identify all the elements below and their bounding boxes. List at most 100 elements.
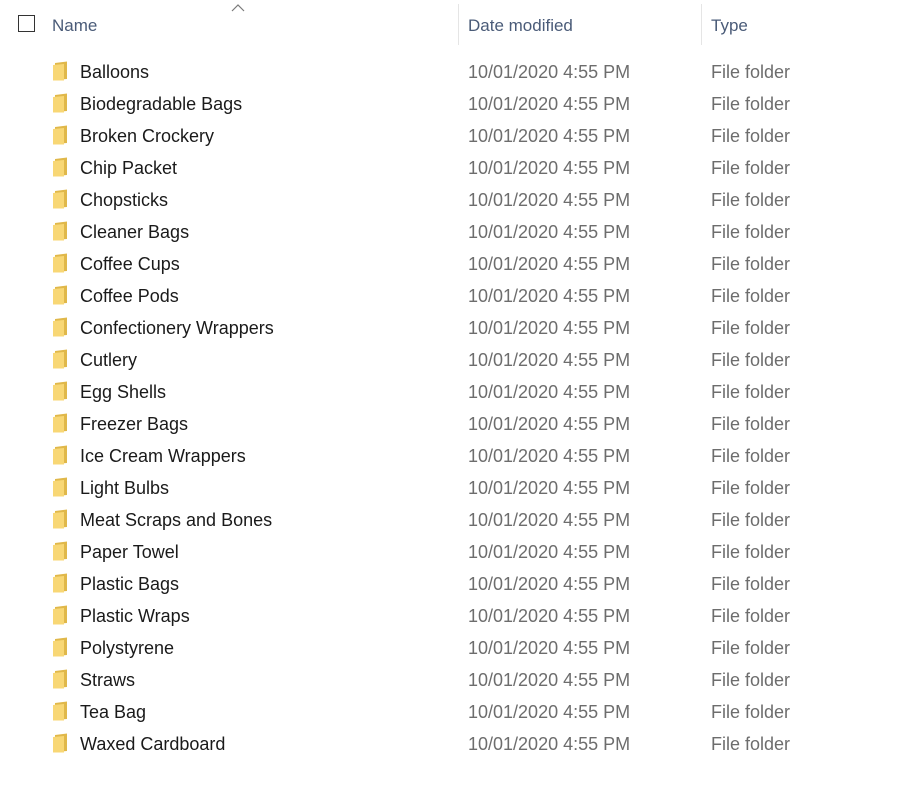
folder-icon: [53, 509, 67, 529]
folder-icon: [53, 445, 67, 465]
file-name[interactable]: Egg Shells: [80, 381, 166, 403]
file-date-modified: 10/01/2020 4:55 PM: [468, 574, 631, 594]
file-type: File folder: [711, 190, 791, 210]
file-date-modified: 10/01/2020 4:55 PM: [468, 606, 631, 626]
list-item[interactable]: Chip Packet 10/01/2020 4:55 PM File folder: [0, 152, 903, 184]
list-item[interactable]: Egg Shells 10/01/2020 4:55 PM File folder: [0, 376, 903, 408]
file-date-modified: 10/01/2020 4:55 PM: [468, 382, 631, 402]
list-item[interactable]: Biodegradable Bags 10/01/2020 4:55 PM File…: [0, 88, 903, 120]
file-date-modified: 10/01/2020 4:55 PM: [468, 478, 631, 498]
folder-icon: [53, 253, 67, 273]
file-name[interactable]: Broken Crockery: [80, 125, 214, 147]
folder-icon: [53, 221, 67, 241]
folder-icon: [53, 541, 67, 561]
column-header-type[interactable]: Type: [711, 15, 748, 37]
file-type: File folder: [711, 158, 791, 178]
file-date-modified: 10/01/2020 4:55 PM: [468, 350, 631, 370]
folder-icon: [53, 605, 67, 625]
file-name[interactable]: Paper Towel: [80, 541, 179, 563]
file-date-modified: 10/01/2020 4:55 PM: [468, 286, 631, 306]
list-item[interactable]: Chopsticks 10/01/2020 4:55 PM File folder: [0, 184, 903, 216]
list-item[interactable]: Freezer Bags 10/01/2020 4:55 PM File folde…: [0, 408, 903, 440]
folder-icon: [53, 669, 67, 689]
folder-icon: [53, 61, 67, 81]
column-divider[interactable]: [458, 4, 459, 45]
folder-icon: [53, 733, 67, 753]
list-item[interactable]: Plastic Wraps 10/01/2020 4:55 PM File fold…: [0, 600, 903, 632]
list-item[interactable]: Ice Cream Wrappers 10/01/2020 4:55 PM File…: [0, 440, 903, 472]
file-type: File folder: [711, 126, 791, 146]
list-item[interactable]: Tea Bag 10/01/2020 4:55 PM File folder: [0, 696, 903, 728]
file-name[interactable]: Chopsticks: [80, 189, 168, 211]
file-date-modified: 10/01/2020 4:55 PM: [468, 510, 631, 530]
column-header-name[interactable]: Name: [52, 15, 97, 37]
file-name[interactable]: Cleaner Bags: [80, 221, 189, 243]
file-date-modified: 10/01/2020 4:55 PM: [468, 158, 631, 178]
list-item[interactable]: Polystyrene 10/01/2020 4:55 PM File folder: [0, 632, 903, 664]
file-type: File folder: [711, 62, 791, 82]
file-date-modified: 10/01/2020 4:55 PM: [468, 414, 631, 434]
file-type: File folder: [711, 318, 791, 338]
file-name[interactable]: Cutlery: [80, 349, 137, 371]
file-type: File folder: [711, 702, 791, 722]
file-name[interactable]: Meat Scraps and Bones: [80, 509, 272, 531]
list-item[interactable]: Paper Towel 10/01/2020 4:55 PM File folder: [0, 536, 903, 568]
folder-icon: [53, 637, 67, 657]
file-type: File folder: [711, 254, 791, 274]
list-item[interactable]: Coffee Pods 10/01/2020 4:55 PM File folder: [0, 280, 903, 312]
file-date-modified: 10/01/2020 4:55 PM: [468, 94, 631, 114]
file-name[interactable]: Balloons: [80, 61, 149, 83]
column-header-bar: Name Date modified Type: [0, 0, 903, 50]
file-date-modified: 10/01/2020 4:55 PM: [468, 254, 631, 274]
file-name[interactable]: Plastic Wraps: [80, 605, 190, 627]
file-type: File folder: [711, 542, 791, 562]
file-type: File folder: [711, 350, 791, 370]
file-name[interactable]: Biodegradable Bags: [80, 93, 242, 115]
file-name[interactable]: Plastic Bags: [80, 573, 179, 595]
list-item[interactable]: Coffee Cups 10/01/2020 4:55 PM File folder: [0, 248, 903, 280]
file-name[interactable]: Coffee Cups: [80, 253, 180, 275]
select-all-checkbox[interactable]: [18, 15, 35, 32]
file-date-modified: 10/01/2020 4:55 PM: [468, 638, 631, 658]
file-type: File folder: [711, 94, 791, 114]
file-type: File folder: [711, 222, 791, 242]
file-type: File folder: [711, 286, 791, 306]
column-divider[interactable]: [701, 4, 702, 45]
folder-icon: [53, 285, 67, 305]
file-date-modified: 10/01/2020 4:55 PM: [468, 190, 631, 210]
file-type: File folder: [711, 734, 791, 754]
chevron-up-icon[interactable]: [230, 3, 246, 13]
file-list: Balloons 10/01/2020 4:55 PM File folder Bio…: [0, 56, 903, 760]
file-name[interactable]: Freezer Bags: [80, 413, 188, 435]
file-type: File folder: [711, 638, 791, 658]
file-name[interactable]: Coffee Pods: [80, 285, 179, 307]
list-item[interactable]: Balloons 10/01/2020 4:55 PM File folder: [0, 56, 903, 88]
list-item[interactable]: Meat Scraps and Bones 10/01/2020 4:55 PM F…: [0, 504, 903, 536]
column-header-date-modified[interactable]: Date modified: [468, 15, 573, 37]
folder-icon: [53, 125, 67, 145]
list-item[interactable]: Cutlery 10/01/2020 4:55 PM File folder: [0, 344, 903, 376]
file-type: File folder: [711, 382, 791, 402]
file-date-modified: 10/01/2020 4:55 PM: [468, 702, 631, 722]
list-item[interactable]: Cleaner Bags 10/01/2020 4:55 PM File folde…: [0, 216, 903, 248]
list-item[interactable]: Broken Crockery 10/01/2020 4:55 PM File fo…: [0, 120, 903, 152]
file-type: File folder: [711, 414, 791, 434]
file-date-modified: 10/01/2020 4:55 PM: [468, 62, 631, 82]
file-name[interactable]: Straws: [80, 669, 135, 691]
file-name[interactable]: Confectionery Wrappers: [80, 317, 274, 339]
file-name[interactable]: Chip Packet: [80, 157, 177, 179]
file-name[interactable]: Light Bulbs: [80, 477, 169, 499]
file-name[interactable]: Ice Cream Wrappers: [80, 445, 246, 467]
file-type: File folder: [711, 510, 791, 530]
list-item[interactable]: Waxed Cardboard 10/01/2020 4:55 PM File fo…: [0, 728, 903, 760]
list-item[interactable]: Plastic Bags 10/01/2020 4:55 PM File folde…: [0, 568, 903, 600]
file-name[interactable]: Polystyrene: [80, 637, 174, 659]
file-name[interactable]: Tea Bag: [80, 701, 146, 723]
list-item[interactable]: Confectionery Wrappers 10/01/2020 4:55 PM…: [0, 312, 903, 344]
list-item[interactable]: Light Bulbs 10/01/2020 4:55 PM File folder: [0, 472, 903, 504]
file-type: File folder: [711, 446, 791, 466]
file-type: File folder: [711, 606, 791, 626]
file-name[interactable]: Waxed Cardboard: [80, 733, 225, 755]
folder-icon: [53, 413, 67, 433]
list-item[interactable]: Straws 10/01/2020 4:55 PM File folder: [0, 664, 903, 696]
